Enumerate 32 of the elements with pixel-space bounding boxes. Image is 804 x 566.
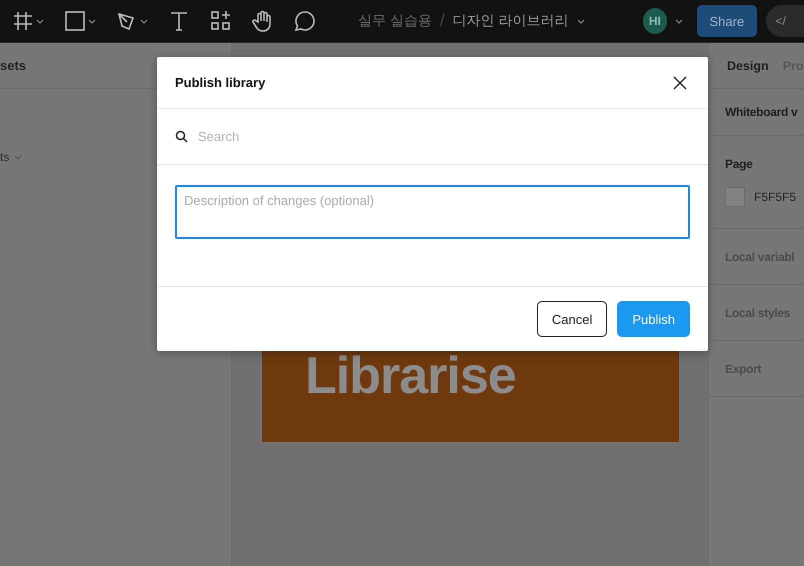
close-icon [673,76,687,90]
dialog-title: Publish library [175,75,266,90]
publish-button[interactable]: Publish [617,301,690,337]
text-icon[interactable] [168,10,190,32]
cancel-button[interactable]: Cancel [536,301,608,337]
chevron-down-icon [675,18,684,24]
chevron-down-icon [576,18,585,24]
chevron-down-icon [140,18,148,24]
share-button[interactable]: Share [697,5,757,37]
panel-item[interactable]: ts [0,150,10,164]
project-folder[interactable]: 실무 실습용 [358,12,432,30]
panel-tab[interactable]: Design [727,58,769,72]
hand-icon[interactable] [252,10,274,32]
search-icon [175,130,188,143]
square-icon[interactable] [64,10,86,32]
comment-icon[interactable] [294,10,316,32]
shapes-icon[interactable] [210,10,232,32]
panel-title: sets [0,58,26,73]
card-title: Librarise [305,346,516,406]
chevron-down-icon [14,154,22,160]
description-field[interactable]: Description of changes (optional) [175,185,690,239]
section-title: Page [725,157,754,171]
color-swatch[interactable] [725,187,745,207]
user-avatar[interactable]: HI [642,8,668,34]
grid-icon[interactable] [12,10,34,32]
file-name[interactable]: 디자인 라이브러리 [452,12,569,30]
breadcrumb-separator: / [440,11,445,31]
dev-mode-toggle[interactable]: </ [766,5,804,37]
chevron-down-icon [36,18,44,24]
chevron-down-icon [88,18,96,24]
section-title: Whiteboard v [725,105,798,119]
color-value[interactable]: F5F5F5 [754,190,796,204]
